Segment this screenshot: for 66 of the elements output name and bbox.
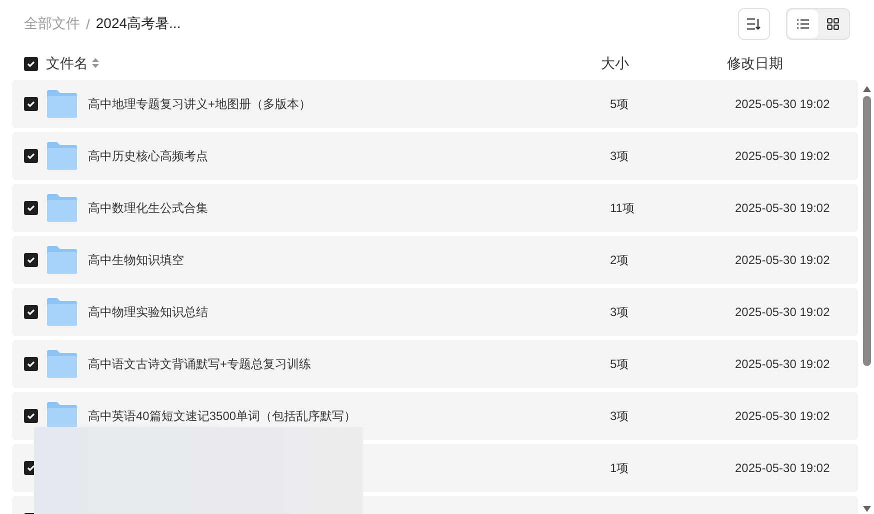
checkmark-icon: [26, 359, 36, 369]
breadcrumb-separator: /: [86, 16, 90, 32]
item-count: 3项: [610, 148, 629, 162]
row-checkbox[interactable]: [24, 357, 38, 371]
list-icon: [797, 19, 809, 29]
folder-icon: [47, 194, 77, 222]
row-checkbox[interactable]: [24, 305, 38, 319]
checkmark-icon: [26, 463, 36, 473]
modified-date: 2025-05-30 19:02: [735, 357, 830, 371]
row-checkbox[interactable]: [24, 201, 38, 215]
row-checkbox[interactable]: [24, 149, 38, 163]
file-name[interactable]: 高中数理化生公式合集: [88, 200, 208, 214]
row-checkbox[interactable]: [24, 253, 38, 267]
modified-date: 2025-05-30 19:02: [735, 97, 830, 111]
column-header[interactable]: 修改日期: [727, 55, 783, 73]
folder-icon: [47, 350, 77, 378]
scroll-up-icon[interactable]: [863, 86, 871, 92]
scroll-down-icon[interactable]: [863, 506, 871, 512]
modified-date: 2025-05-30 19:02: [735, 461, 830, 475]
column-header[interactable]: 文件名: [46, 55, 601, 73]
file-row[interactable]: 高中数理化生公式合集 11项 2025-05-30 19:02: [12, 184, 858, 232]
file-name[interactable]: 高中生物知识填空: [88, 252, 184, 266]
file-name[interactable]: 高中历史核心高频考点: [88, 148, 208, 162]
folder-icon: [47, 142, 77, 170]
row-checkbox[interactable]: [24, 97, 38, 111]
folder-icon: [47, 90, 77, 118]
modified-date: 2025-05-30 19:02: [735, 149, 830, 163]
checkmark-icon: [26, 99, 36, 109]
item-count: 3项: [610, 408, 629, 422]
file-row[interactable]: 高中历史核心高频考点 3项 2025-05-30 19:02: [12, 132, 858, 180]
modified-date: 2025-05-30 19:02: [735, 201, 830, 215]
file-row[interactable]: 高中地理专题复习讲义+地图册（多版本） 5项 2025-05-30 19:02: [12, 80, 858, 128]
item-count: 5项: [610, 96, 629, 110]
file-row[interactable]: 高中语文古诗文背诵默写+专题总复习训练 5项 2025-05-30 19:02: [12, 340, 858, 388]
row-checkbox[interactable]: [24, 409, 38, 423]
checkmark-icon: [26, 203, 36, 213]
checkmark-icon: [26, 255, 36, 265]
folder-icon: [47, 246, 77, 274]
item-count: 11项: [610, 200, 634, 214]
item-count: 3项: [610, 304, 629, 318]
sort-arrows-icon: [92, 58, 99, 68]
checkmark-icon: [26, 411, 36, 421]
column-header[interactable]: 大小: [601, 55, 727, 73]
item-count: 1项: [610, 460, 629, 474]
scrollbar[interactable]: [862, 86, 872, 512]
file-row[interactable]: 高中物理实验知识总结 3项 2025-05-30 19:02: [12, 288, 858, 336]
checkmark-icon: [26, 151, 36, 161]
breadcrumb-current: 2024高考暑...: [96, 15, 181, 33]
sort-button[interactable]: [738, 8, 770, 40]
checkmark-icon: [26, 59, 36, 69]
file-name[interactable]: 高中物理实验知识总结: [88, 304, 208, 318]
modified-date: 2025-05-30 19:02: [735, 409, 830, 423]
item-count: 5项: [610, 356, 629, 370]
modified-date: 2025-05-30 19:02: [735, 253, 830, 267]
list-view-button[interactable]: [788, 10, 818, 38]
file-name[interactable]: 高中地理专题复习讲义+地图册（多版本）: [88, 96, 312, 110]
grid-icon: [827, 18, 839, 30]
sort-icon: [747, 18, 761, 30]
file-name[interactable]: 高中语文古诗文背诵默写+专题总复习训练: [88, 356, 312, 370]
modified-date: 2025-05-30 19:02: [735, 305, 830, 319]
folder-icon: [47, 298, 77, 326]
item-count: 2项: [610, 252, 629, 266]
file-name[interactable]: 高中英语40篇短文速记3500单词（包括乱序默写）: [88, 408, 356, 422]
checkmark-icon: [26, 307, 36, 317]
select-all-checkbox[interactable]: [24, 57, 38, 71]
file-row[interactable]: 高中生物知识填空 2项 2025-05-30 19:02: [12, 236, 858, 284]
